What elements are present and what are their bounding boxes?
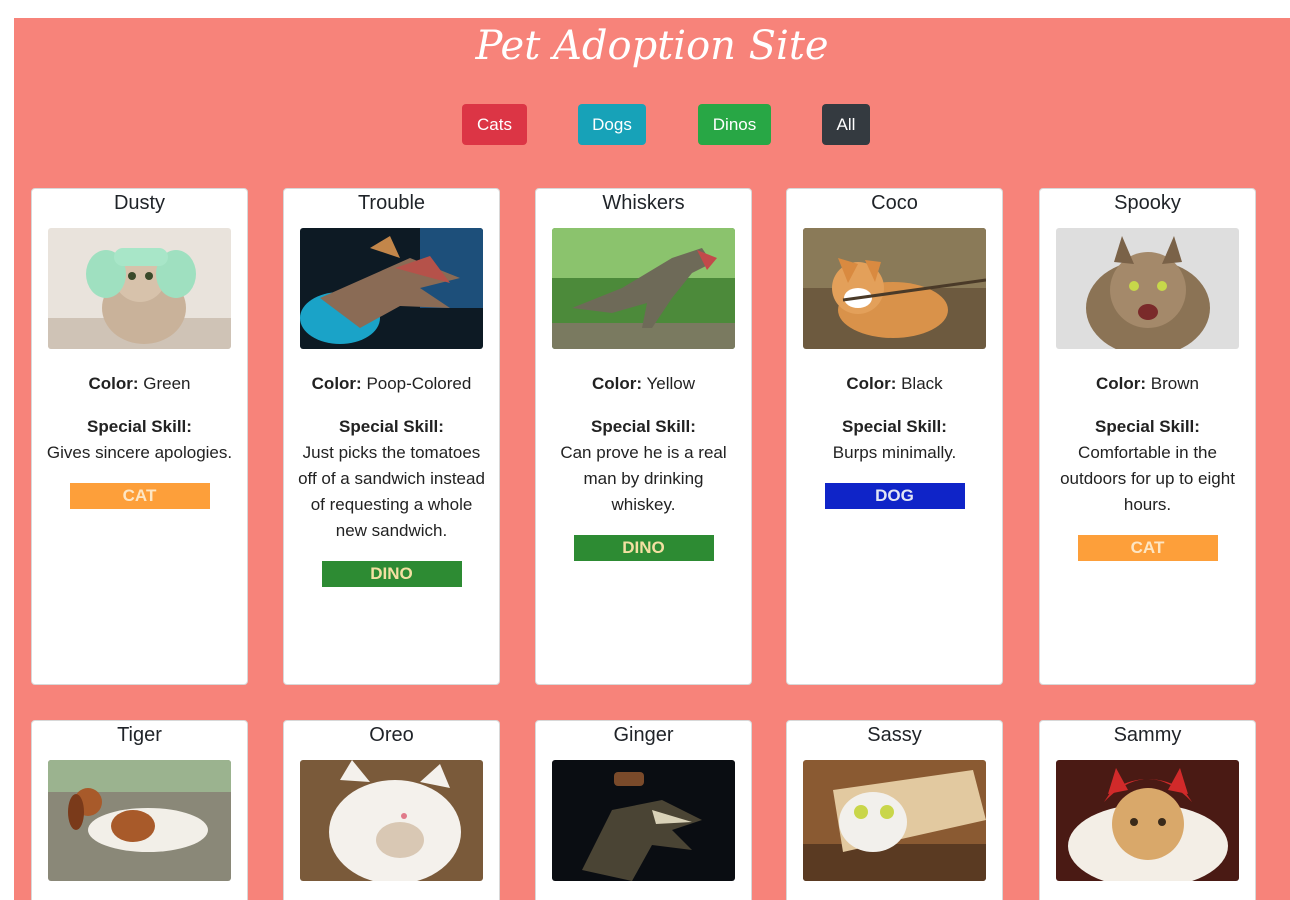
dinosaur-photo [552,760,735,881]
pet-card: Trouble Color: Poop-Colored Special Skill:… [283,188,500,685]
pet-type-badge: DOG [824,483,965,509]
color-label: Color: [592,374,643,393]
pet-type-badge: DINO [321,561,462,587]
pet-skill: Comfortable in the outdoors for up to ei… [1060,443,1235,514]
pet-card: Sassy [786,720,1003,900]
pet-card: Whiskers Color: Yellow Special Skill: Can p… [535,188,752,685]
pet-card: Tiger [31,720,248,900]
dog-photo [48,760,231,881]
filter-dogs-button[interactable]: Dogs [578,104,646,145]
pet-color: Black [901,374,943,393]
pet-card: Spooky Color: Brown Special Skill: Comforta… [1039,188,1256,685]
pet-card: Oreo [283,720,500,900]
pet-card: Sammy [1039,720,1256,900]
color-label: Color: [846,374,897,393]
pet-name: Dusty [113,192,166,214]
pet-color: Green [143,374,191,393]
pet-type-badge: CAT [69,483,210,509]
pet-name: Sammy [1113,724,1182,746]
pet-skill-line: Special Skill: Comfortable in the outdoor… [1054,414,1241,518]
cat-photo [1056,760,1239,881]
pet-details: Color: Yellow Special Skill: Can prove he … [550,371,737,561]
pet-color: Poop-Colored [366,374,472,393]
pet-card: Ginger [535,720,752,900]
skill-label: Special Skill: [842,417,947,436]
pet-details: Color: Poop-Colored Special Skill: Just pi… [298,371,485,587]
skill-label: Special Skill: [1095,417,1200,436]
skill-label: Special Skill: [87,417,192,436]
color-label: Color: [1096,374,1147,393]
pet-skill-line: Special Skill: Gives sincere apologies. [46,414,233,466]
pet-details: Color: Black Special Skill: Burps minimall… [801,371,988,509]
pet-name: Sassy [867,724,922,746]
cat-photo [48,228,231,349]
page-background: Pet Adoption Site Cats Dogs Dinos All Du… [14,18,1290,900]
color-label: Color: [88,374,139,393]
filter-bar: Cats Dogs Dinos All [14,104,1290,146]
site-title: Pet Adoption Site [475,23,829,69]
pet-card: Dusty Color: Green Special Skill: Gives sin… [31,188,248,685]
filter-dinos-button[interactable]: Dinos [698,104,771,145]
pet-details: Color: Brown Special Skill: Comfortable in… [1054,371,1241,561]
pet-skill-line: Special Skill: Just picks the tomatoes of… [298,414,485,544]
dinosaur-photo [300,228,483,349]
pet-color: Brown [1150,374,1199,393]
cat-photo [803,760,986,881]
pet-name: Trouble [357,192,426,214]
dog-photo [803,228,986,349]
pet-card: Coco Color: Black Special Skill: Burps mini… [786,188,1003,685]
pet-type-badge: CAT [1077,535,1218,561]
pet-skill: Burps minimally. [832,443,957,462]
pet-name: Tiger [117,724,162,746]
pet-skill: Just picks the tomatoes off of a sandwic… [298,443,485,540]
pet-skill: Gives sincere apologies. [46,443,233,462]
pet-details: Color: Green Special Skill: Gives sincere … [46,371,233,509]
pet-color: Yellow [646,374,695,393]
pet-color-line: Color: Brown [1054,371,1241,397]
cat-photo [300,760,483,881]
pet-skill-line: Special Skill: Burps minimally. [801,414,988,466]
pet-skill: Can prove he is a real man by drinking w… [560,443,727,514]
pet-type-badge: DINO [573,535,714,561]
pet-name: Whiskers [602,192,685,214]
pet-name: Spooky [1114,192,1181,214]
pet-skill-line: Special Skill: Can prove he is a real man… [550,414,737,518]
filter-all-button[interactable]: All [822,104,870,145]
pet-color-line: Color: Poop-Colored [298,371,485,397]
pet-color-line: Color: Black [801,371,988,397]
dinosaur-photo [552,228,735,349]
color-label: Color: [311,374,362,393]
filter-cats-button[interactable]: Cats [462,104,527,145]
cat-photo [1056,228,1239,349]
pet-name: Oreo [369,724,414,746]
pet-color-line: Color: Yellow [550,371,737,397]
pet-name: Ginger [613,724,674,746]
skill-label: Special Skill: [339,417,444,436]
pet-color-line: Color: Green [46,371,233,397]
skill-label: Special Skill: [591,417,696,436]
pet-name: Coco [871,192,918,214]
